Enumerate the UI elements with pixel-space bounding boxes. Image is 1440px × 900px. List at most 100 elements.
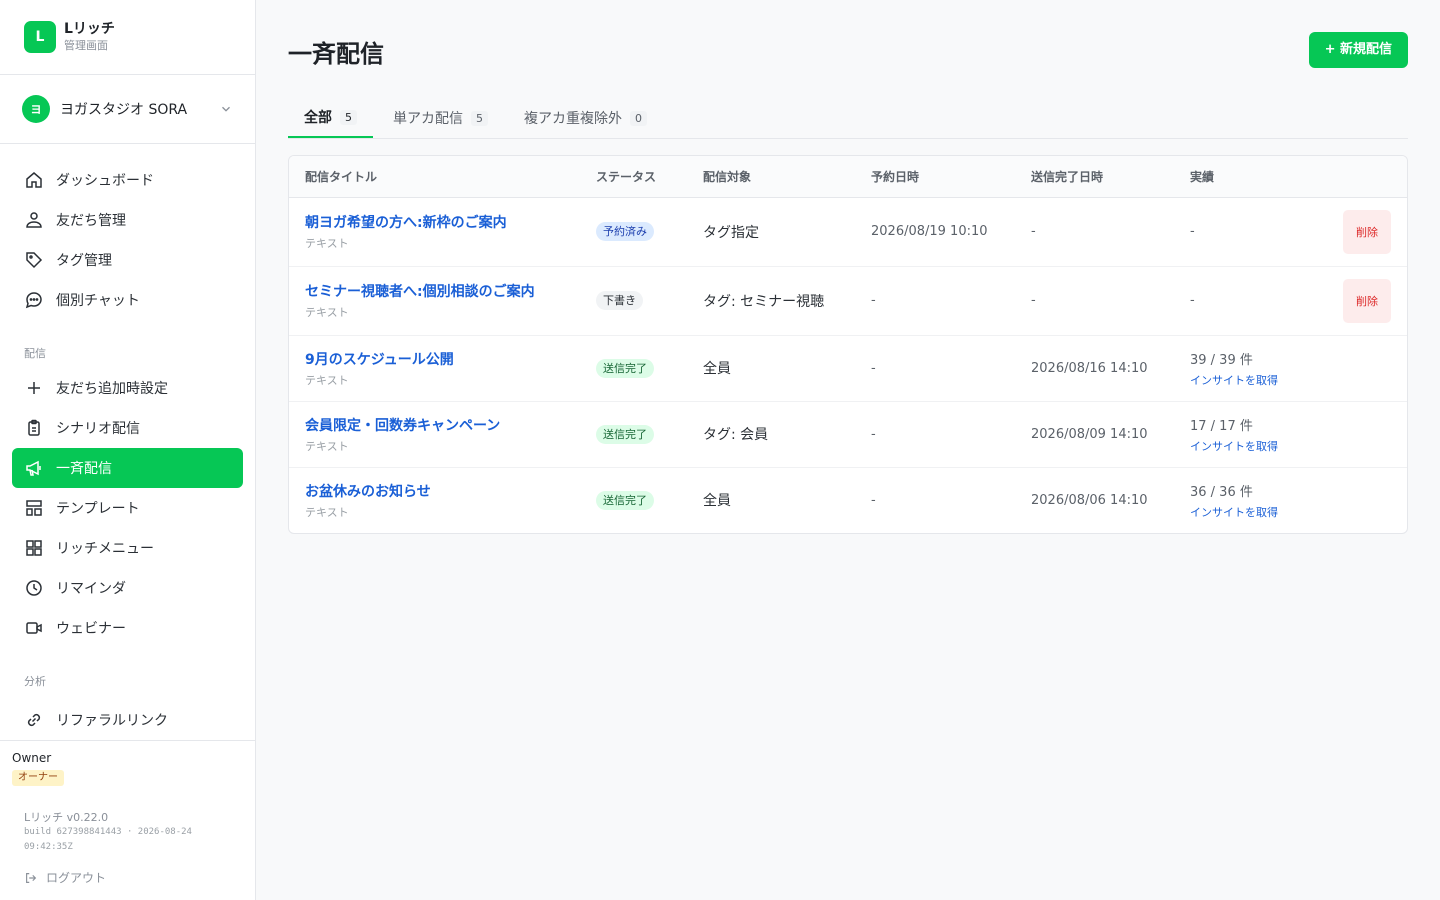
owner-role-badge: オーナー bbox=[12, 770, 64, 786]
result-count: 36 / 36 件 bbox=[1190, 484, 1253, 500]
tab-count: 5 bbox=[471, 110, 488, 126]
table-header-row: 配信タイトル ステータス 配信対象 予約日時 送信完了日時 実績 bbox=[289, 156, 1407, 198]
sidebar-item-referral-link[interactable]: リファラルリンク bbox=[12, 700, 243, 740]
users-icon bbox=[26, 212, 42, 228]
account-avatar: ヨ bbox=[22, 95, 50, 123]
grid-icon bbox=[26, 540, 42, 556]
sent-at: - bbox=[1031, 293, 1036, 308]
sent-at: 2026/08/09 14:10 bbox=[1031, 426, 1148, 442]
sidebar-item-label: リッチメニュー bbox=[56, 541, 154, 557]
tab-label: 全部 bbox=[304, 110, 332, 126]
column-header-title: 配信タイトル bbox=[289, 156, 580, 198]
template-icon bbox=[26, 500, 42, 516]
column-header-scheduled-at: 予約日時 bbox=[855, 156, 1015, 198]
column-header-actions bbox=[1324, 156, 1407, 198]
brand-subtitle: 管理画面 bbox=[64, 39, 108, 52]
brand-name: Lリッチ bbox=[64, 21, 115, 37]
broadcast-type: テキスト bbox=[305, 237, 349, 250]
tab-label: 単アカ配信 bbox=[393, 111, 463, 127]
sidebar-item-broadcast[interactable]: 一斉配信 bbox=[12, 448, 243, 488]
video-icon bbox=[26, 622, 42, 634]
result-count: - bbox=[1190, 224, 1195, 239]
table-row: 会員限定・回数券キャンペーン テキスト 送信完了 タグ: 会員 - 2026/0… bbox=[289, 401, 1407, 468]
scheduled-at: 2026/08/19 10:10 bbox=[871, 224, 988, 239]
build-info: build 627398841443 · 2026-08-24 09:42:35… bbox=[24, 827, 192, 852]
column-header-sent-at: 送信完了日時 bbox=[1015, 156, 1174, 198]
column-header-status: ステータス bbox=[580, 156, 687, 198]
sidebar-item-tags[interactable]: タグ管理 bbox=[12, 240, 243, 280]
broadcast-title-link[interactable]: セミナー視聴者へ:個別相談のご案内 bbox=[305, 281, 564, 301]
status-badge: 送信完了 bbox=[596, 490, 654, 510]
sidebar-item-label: シナリオ配信 bbox=[56, 421, 140, 437]
sidebar-item-rich-menu[interactable]: リッチメニュー bbox=[12, 528, 243, 568]
sidebar: L Lリッチ 管理画面 ヨ ヨガスタジオ SORA ダッシュボード 友だち管理 … bbox=[0, 0, 256, 900]
broadcast-title-link[interactable]: 朝ヨガ希望の方へ:新枠のご案内 bbox=[305, 212, 564, 232]
result-count: 39 / 39 件 bbox=[1190, 352, 1253, 368]
scheduled-at: - bbox=[871, 360, 876, 376]
sidebar-item-scenario[interactable]: シナリオ配信 bbox=[12, 408, 243, 448]
sidebar-nav: ダッシュボード 友だち管理 タグ管理 個別チャット 配信 友だち追加時設定 シナ… bbox=[0, 144, 255, 740]
nav-section-analysis: 分析 bbox=[24, 675, 46, 688]
get-insight-link[interactable]: インサイトを取得 bbox=[1190, 438, 1308, 454]
scheduled-at: - bbox=[871, 426, 876, 442]
delete-button[interactable]: 削除 bbox=[1343, 209, 1391, 254]
tab-single-account[interactable]: 単アカ配信 5 bbox=[377, 98, 504, 138]
target-text: 全員 bbox=[703, 361, 731, 377]
tab-count: 5 bbox=[340, 109, 357, 125]
sent-at: 2026/08/06 14:10 bbox=[1031, 492, 1148, 508]
sidebar-item-label: 一斉配信 bbox=[56, 461, 112, 477]
tab-all[interactable]: 全部 5 bbox=[288, 98, 373, 138]
broadcast-title-link[interactable]: お盆休みのお知らせ bbox=[305, 481, 564, 501]
sent-at: 2026/08/16 14:10 bbox=[1031, 360, 1148, 376]
broadcast-type: テキスト bbox=[305, 306, 349, 319]
target-text: 全員 bbox=[703, 493, 731, 510]
get-insight-link[interactable]: インサイトを取得 bbox=[1190, 372, 1308, 388]
sidebar-item-chat[interactable]: 個別チャット bbox=[12, 280, 243, 320]
sidebar-item-friend-add-settings[interactable]: 友だち追加時設定 bbox=[12, 368, 243, 408]
sent-at: - bbox=[1031, 224, 1036, 239]
sidebar-item-webinar[interactable]: ウェビナー bbox=[12, 608, 243, 648]
status-badge: 送信完了 bbox=[596, 358, 654, 378]
broadcast-type: テキスト bbox=[305, 505, 349, 519]
clock-icon bbox=[26, 580, 42, 596]
broadcast-table: 配信タイトル ステータス 配信対象 予約日時 送信完了日時 実績 朝ヨガ希望の方… bbox=[288, 155, 1408, 534]
sidebar-item-label: ウェビナー bbox=[56, 621, 126, 637]
scheduled-at: - bbox=[871, 293, 876, 308]
sidebar-item-dashboard[interactable]: ダッシュボード bbox=[12, 160, 243, 200]
sidebar-item-label: リファラルリンク bbox=[56, 713, 168, 729]
table-row: 朝ヨガ希望の方へ:新枠のご案内 テキスト 予約済み タグ指定 2026/08/1… bbox=[289, 197, 1407, 267]
owner-name: Owner bbox=[12, 751, 52, 765]
sidebar-item-label: タグ管理 bbox=[56, 253, 112, 269]
sidebar-item-template[interactable]: テンプレート bbox=[12, 488, 243, 528]
account-name: ヨガスタジオ SORA bbox=[60, 102, 188, 118]
status-badge: 送信完了 bbox=[596, 424, 654, 444]
logout-label: ログアウト bbox=[46, 871, 107, 885]
clipboard-icon bbox=[28, 419, 40, 436]
table-row: 9月のスケジュール公開 テキスト 送信完了 全員 - 2026/08/16 14… bbox=[289, 335, 1407, 402]
tab-multi-account-dedup[interactable]: 複アカ重複除外 0 bbox=[508, 98, 663, 138]
sidebar-item-friends[interactable]: 友だち管理 bbox=[12, 200, 243, 240]
get-insight-link[interactable]: インサイトを取得 bbox=[1190, 504, 1308, 520]
column-header-target: 配信対象 bbox=[687, 156, 855, 198]
sidebar-item-reminder[interactable]: リマインダ bbox=[12, 568, 243, 608]
account-switcher[interactable]: ヨ ヨガスタジオ SORA bbox=[0, 75, 255, 144]
sidebar-footer: Owner オーナー Lリッチ v0.22.0 build 6273988414… bbox=[0, 740, 255, 900]
chat-icon bbox=[25, 292, 42, 309]
scheduled-at: - bbox=[871, 492, 876, 508]
result-count: 17 / 17 件 bbox=[1190, 418, 1253, 434]
link-icon bbox=[27, 713, 41, 727]
new-broadcast-button[interactable]: + 新規配信 bbox=[1308, 32, 1408, 68]
logout-button[interactable]: ログアウト bbox=[12, 869, 243, 886]
plus-icon bbox=[28, 382, 40, 394]
tab-bar: 全部 5 単アカ配信 5 複アカ重複除外 0 bbox=[288, 98, 1408, 139]
column-header-result: 実績 bbox=[1174, 156, 1324, 198]
delete-button[interactable]: 削除 bbox=[1343, 278, 1391, 323]
sidebar-item-label: 友だち管理 bbox=[56, 213, 126, 229]
tab-label: 複アカ重複除外 bbox=[524, 111, 622, 127]
target-text: タグ指定 bbox=[703, 224, 759, 241]
tag-icon bbox=[26, 252, 43, 269]
status-badge: 下書き bbox=[596, 291, 643, 310]
broadcast-title-link[interactable]: 9月のスケジュール公開 bbox=[305, 349, 564, 369]
broadcast-title-link[interactable]: 会員限定・回数券キャンペーン bbox=[305, 415, 564, 435]
status-badge: 予約済み bbox=[596, 222, 654, 241]
